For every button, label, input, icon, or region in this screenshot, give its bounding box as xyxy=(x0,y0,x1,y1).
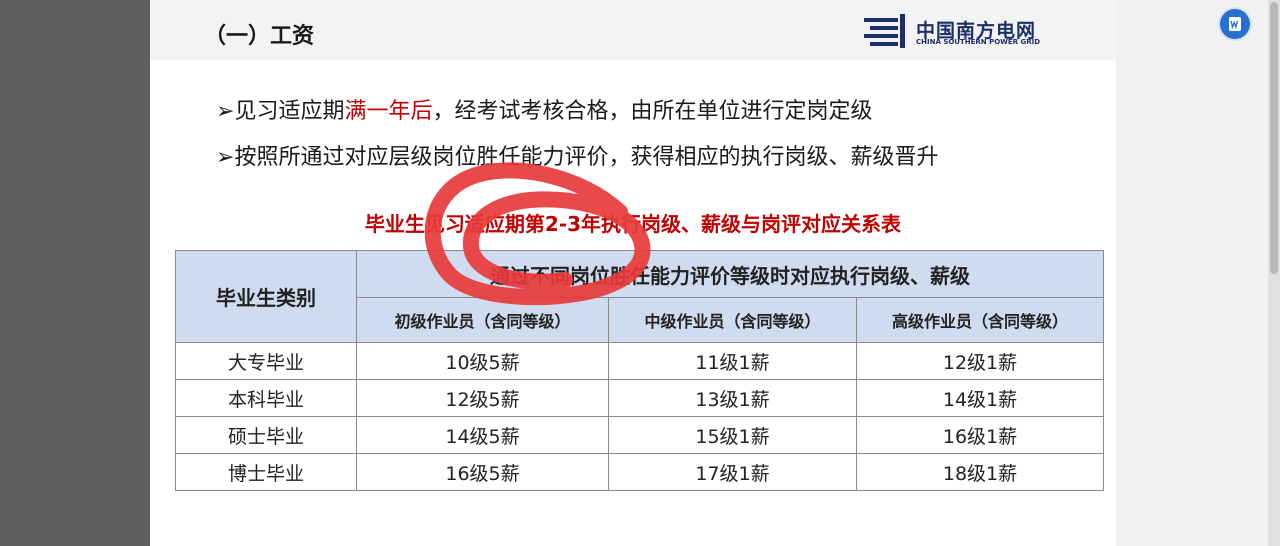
cell-junior: 14级5薪 xyxy=(356,416,609,454)
cell-intermediate: 11级1薪 xyxy=(608,342,857,380)
vertical-scrollbar[interactable] xyxy=(1268,0,1280,546)
document-glyph-icon xyxy=(1229,17,1241,31)
slide-page: （一）工资 中国南方电网 CHINA SOUTHERN POWER GRID ➢… xyxy=(150,0,1116,546)
cell-senior: 12级1薪 xyxy=(855,342,1105,380)
bullet-2-text: 按照所通过对应层级岗位胜任能力评价，获得相应的执行岗级、薪级晋升 xyxy=(234,145,939,170)
row-category: 本科毕业 xyxy=(175,379,357,417)
cell-senior: 16级1薪 xyxy=(855,416,1105,454)
table-row: 本科毕业 12级5薪 13级1薪 14级1薪 xyxy=(175,379,1105,417)
sub-header-junior: 初级作业员（含同等级） xyxy=(356,297,609,343)
sub-header-senior: 高级作业员（含同等级） xyxy=(855,297,1105,343)
section-title: （一）工资 xyxy=(204,24,315,49)
bullet-2: ➢按照所通过对应层级岗位胜任能力评价，获得相应的执行岗级、薪级晋升 xyxy=(216,139,938,171)
table-row: 博士毕业 16级5薪 17级1薪 18级1薪 xyxy=(175,453,1105,491)
grade-table: 毕业生类别 通过不同岗位胜任能力评价等级时对应执行岗级、薪级 初级作业员（含同等… xyxy=(175,250,1105,491)
bullet-1-highlight: 满一年后 xyxy=(344,99,433,124)
bullet-marker: ➢ xyxy=(216,145,235,170)
cell-intermediate: 13级1薪 xyxy=(608,379,857,417)
company-logo: 中国南方电网 CHINA SOUTHERN POWER GRID xyxy=(864,14,1064,50)
right-gutter xyxy=(1116,0,1268,546)
row-category: 硕士毕业 xyxy=(175,416,357,454)
word-icon[interactable] xyxy=(1220,9,1250,39)
table-title: 毕业生见习适应期第2-3年执行岗级、薪级与岗评对应关系表 xyxy=(364,212,902,236)
bullet-1: ➢见习适应期满一年后，经考试考核合格，由所在单位进行定岗定级 xyxy=(216,93,872,125)
bullet-marker: ➢ xyxy=(216,99,235,124)
logo-name-en: CHINA SOUTHERN POWER GRID xyxy=(916,38,1041,46)
table-row: 硕士毕业 14级5薪 15级1薪 16级1薪 xyxy=(175,416,1105,454)
cell-junior: 10级5薪 xyxy=(356,342,609,380)
cell-senior: 18级1薪 xyxy=(855,453,1105,491)
category-header: 毕业生类别 xyxy=(175,250,357,343)
group-header: 通过不同岗位胜任能力评价等级时对应执行岗级、薪级 xyxy=(355,250,1105,298)
cell-junior: 12级5薪 xyxy=(356,379,609,417)
bullet-1-before: 见习适应期 xyxy=(234,99,345,124)
scrollbar-thumb[interactable] xyxy=(1270,2,1278,274)
cell-senior: 14级1薪 xyxy=(855,379,1105,417)
cell-intermediate: 17级1薪 xyxy=(608,453,857,491)
bullet-1-after: ，经考试考核合格，由所在单位进行定岗定级 xyxy=(432,99,873,124)
cell-intermediate: 15级1薪 xyxy=(608,416,857,454)
power-grid-logo-icon xyxy=(864,14,905,48)
sub-header-intermediate: 中级作业员（含同等级） xyxy=(608,297,857,343)
row-category: 博士毕业 xyxy=(175,453,357,491)
table-row: 大专毕业 10级5薪 11级1薪 12级1薪 xyxy=(175,342,1105,380)
cell-junior: 16级5薪 xyxy=(356,453,609,491)
row-category: 大专毕业 xyxy=(175,342,357,380)
